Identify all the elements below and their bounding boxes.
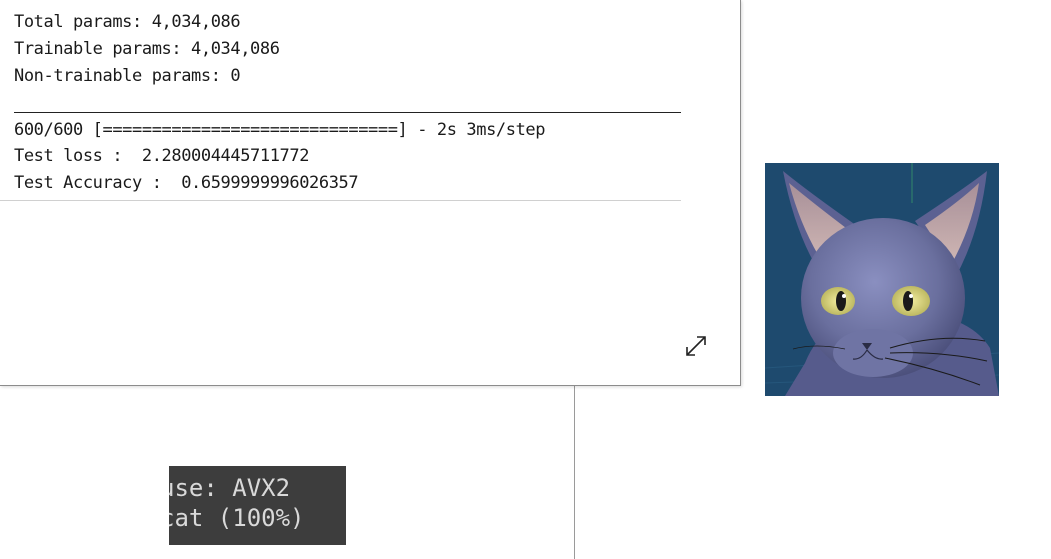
cat-image — [765, 163, 999, 396]
output-area: Total params: 4,034,086 Trainable params… — [0, 0, 681, 201]
output-window: Total params: 4,034,086 Trainable params… — [0, 0, 741, 386]
console-output-snippet: use: AVX2 cat (100%) — [169, 466, 346, 545]
console-line-cpu: use: AVX2 — [169, 474, 291, 502]
separator-line — [14, 112, 681, 113]
progress-line: 600/600 [==============================]… — [14, 120, 546, 140]
non-trainable-params-line: Non-trainable params: 0 — [14, 66, 241, 86]
expand-diagonal-icon[interactable] — [683, 333, 709, 359]
trainable-params-line: Trainable params: 4,034,086 — [14, 39, 280, 59]
test-accuracy-line: Test Accuracy : 0.6599999996026357 — [14, 173, 359, 193]
test-loss-line: Test loss : 2.280004445711772 — [14, 146, 310, 166]
console-line-prediction: cat (100%) — [169, 504, 305, 532]
total-params-line: Total params: 4,034,086 — [14, 12, 241, 32]
